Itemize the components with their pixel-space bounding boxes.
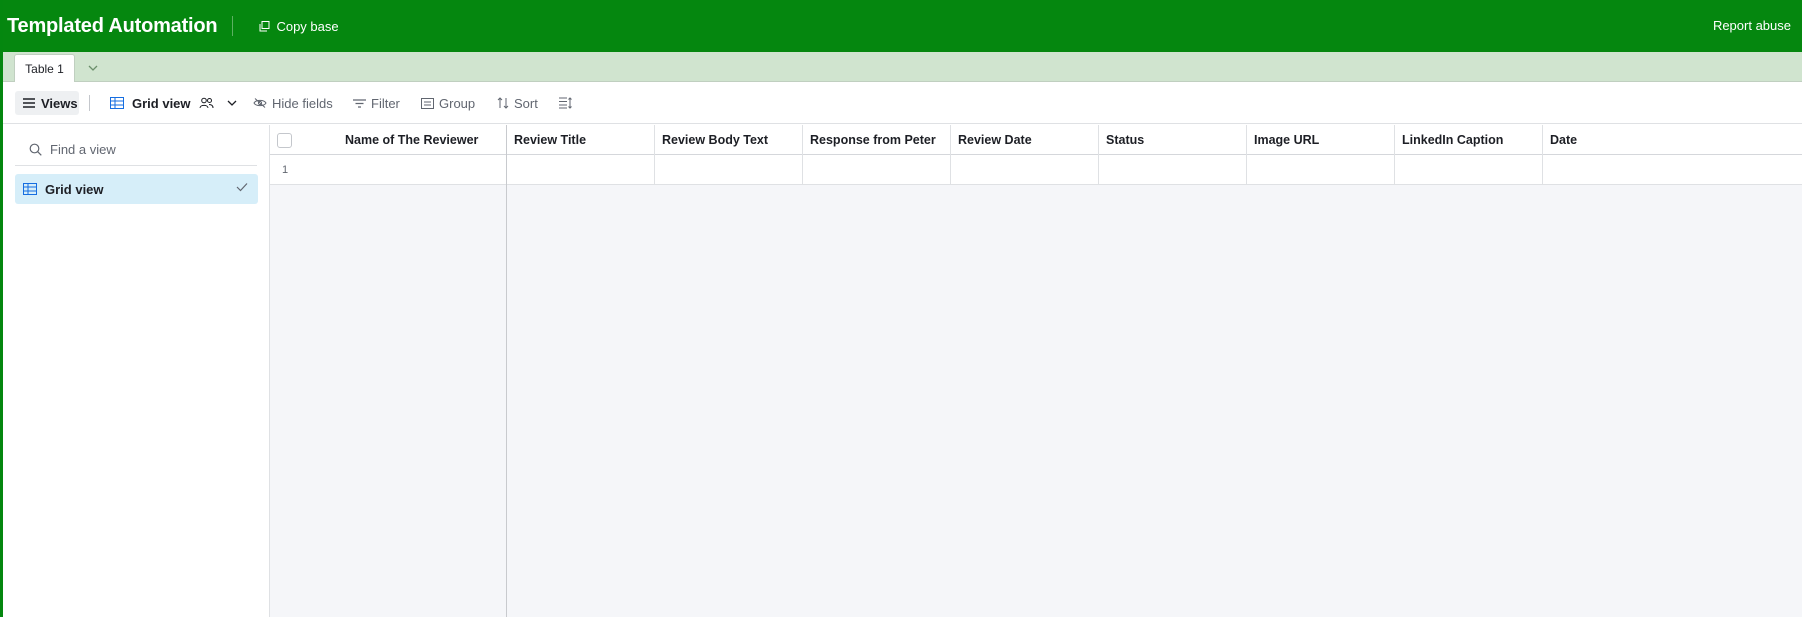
grid-view-icon xyxy=(110,97,124,109)
view-toolbar: Views Grid view Hide fields Filter Group… xyxy=(3,82,1802,124)
hamburger-icon xyxy=(23,98,35,108)
left-accent-bar xyxy=(0,0,3,617)
column-header: Status xyxy=(1106,133,1145,147)
data-grid: Name of The Reviewer Review Title Review… xyxy=(270,125,1802,617)
select-all-checkbox[interactable] xyxy=(277,133,292,148)
column-header: Name of The Reviewer xyxy=(345,133,479,147)
base-title: Templated Automation xyxy=(7,14,218,37)
row-height-button[interactable] xyxy=(559,94,578,112)
filter-icon xyxy=(353,98,366,108)
column-header-cell[interactable]: LinkedIn Caption xyxy=(1395,125,1543,155)
column-header-cell[interactable]: Response from Peter xyxy=(803,125,951,155)
group-button[interactable]: Group xyxy=(421,94,475,112)
column-header: Review Date xyxy=(958,133,1032,147)
current-view-label: Grid view xyxy=(132,95,191,111)
sort-label: Sort xyxy=(514,95,538,111)
table-tab-bar: Table 1 xyxy=(0,52,1802,83)
current-view-button[interactable]: Grid view xyxy=(110,94,242,112)
tables-dropdown-button[interactable] xyxy=(84,61,102,75)
column-header: Review Body Text xyxy=(662,133,769,147)
column-header-cell[interactable]: Review Date xyxy=(951,125,1099,155)
views-sidebar: Grid view xyxy=(3,125,270,617)
chevron-down-icon xyxy=(88,65,98,71)
find-view-box xyxy=(15,134,257,166)
primary-header-cell[interactable]: Name of The Reviewer xyxy=(270,125,507,155)
column-header-cell[interactable]: Status xyxy=(1099,125,1247,155)
column-header-cell[interactable]: Image URL xyxy=(1247,125,1395,155)
copy-icon xyxy=(259,20,270,31)
find-view-input[interactable] xyxy=(50,142,240,157)
grid-cell[interactable] xyxy=(951,155,1099,185)
column-header-cell[interactable]: Review Title xyxy=(507,125,655,155)
grid-cell[interactable] xyxy=(655,155,803,185)
views-toggle-button[interactable]: Views xyxy=(15,91,79,115)
column-header: Image URL xyxy=(1254,133,1320,147)
search-icon xyxy=(29,143,42,156)
column-header: Date xyxy=(1550,133,1578,147)
table-row[interactable]: 1 xyxy=(270,155,1802,185)
views-label: Views xyxy=(41,95,78,111)
primary-cell[interactable]: 1 xyxy=(270,155,507,185)
grid-cell[interactable] xyxy=(803,155,951,185)
group-icon xyxy=(421,97,434,109)
toolbar-divider xyxy=(89,95,90,111)
filter-button[interactable]: Filter xyxy=(353,94,400,112)
frozen-column-divider xyxy=(270,125,507,617)
grid-cell[interactable] xyxy=(1099,155,1247,185)
column-header: Review Title xyxy=(514,133,587,147)
sort-icon xyxy=(497,97,509,109)
grid-cell[interactable] xyxy=(507,155,655,185)
row-number: 1 xyxy=(282,164,289,176)
column-header-cell[interactable]: Date xyxy=(1543,125,1802,155)
app-header: Templated Automation Copy base Report ab… xyxy=(0,0,1802,52)
sidebar-view-grid-view[interactable]: Grid view xyxy=(15,174,258,204)
filter-label: Filter xyxy=(371,95,400,111)
tab-label: Table 1 xyxy=(25,62,64,76)
hide-fields-label: Hide fields xyxy=(272,95,333,111)
sort-button[interactable]: Sort xyxy=(497,94,538,112)
hide-fields-button[interactable]: Hide fields xyxy=(253,94,333,112)
group-label: Group xyxy=(439,95,476,111)
collaborators-icon xyxy=(199,97,214,109)
tab-table-1[interactable]: Table 1 xyxy=(14,54,75,83)
report-abuse-link[interactable]: Report abuse xyxy=(1713,18,1791,33)
copy-base-button[interactable]: Copy base xyxy=(259,18,339,34)
column-header: LinkedIn Caption xyxy=(1402,133,1504,147)
grid-cell[interactable] xyxy=(1247,155,1395,185)
eye-slash-icon xyxy=(253,98,267,108)
checkmark-icon xyxy=(236,183,248,192)
copy-base-label: Copy base xyxy=(276,18,339,34)
column-header-cell[interactable]: Review Body Text xyxy=(655,125,803,155)
header-divider xyxy=(232,16,234,36)
sidebar-view-label: Grid view xyxy=(45,181,104,197)
column-header: Response from Peter xyxy=(810,133,936,147)
grid-header-row: Name of The Reviewer Review Title Review… xyxy=(270,125,1802,155)
grid-cell[interactable] xyxy=(1395,155,1543,185)
chevron-down-icon xyxy=(227,100,236,106)
grid-cell[interactable] xyxy=(1543,155,1802,185)
grid-view-icon xyxy=(23,183,37,195)
row-height-icon xyxy=(559,97,572,109)
